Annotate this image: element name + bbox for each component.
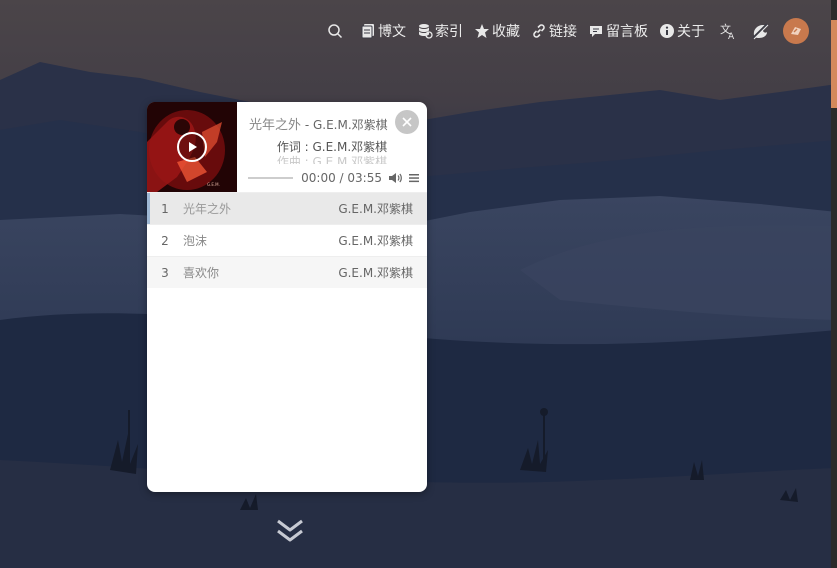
nav-item-index[interactable]: 索引 (417, 21, 463, 41)
scroll-down-button[interactable] (274, 516, 306, 548)
comment-icon (590, 26, 602, 37)
translate-icon: 文 A (720, 22, 735, 40)
top-nav: 博文 索引 收藏 链接 留言板 关于 文 A (316, 17, 809, 45)
song-title: 光年之外 (249, 118, 302, 133)
playlist-item[interactable]: 2 泡沫 G.E.M.邓紫棋 (147, 224, 427, 256)
playlist: 1 光年之外 G.E.M.邓紫棋 2 泡沫 G.E.M.邓紫棋 3 喜欢你 G.… (147, 192, 427, 288)
volume-button[interactable] (388, 172, 402, 184)
nav-item-label: 收藏 (492, 24, 520, 40)
nav-item-favorites[interactable]: 收藏 (474, 21, 520, 41)
nav-item-label: 链接 (549, 24, 577, 40)
player-controls: 00:00 / 03:55 (248, 170, 420, 186)
album-cover: G.E.M. (147, 102, 237, 192)
nav-item-label: 留言板 (606, 24, 648, 40)
close-icon (402, 117, 412, 127)
avatar[interactable] (783, 18, 809, 44)
track-artist: G.E.M.邓紫棋 (338, 266, 413, 280)
now-playing-title: 光年之外 - G.E.M.邓紫棋 (249, 114, 388, 133)
nav-search[interactable] (327, 23, 349, 39)
double-chevron-down-icon (277, 519, 303, 542)
track-artist: G.E.M.邓紫棋 (338, 202, 413, 216)
search-icon (328, 24, 343, 39)
page: 博文 索引 收藏 链接 留言板 关于 文 A G.E.M. 光年之外 - G.E… (0, 0, 837, 568)
track-number: 3 (161, 265, 169, 280)
nav-item-links[interactable]: 链接 (531, 21, 577, 41)
track-number: 1 (161, 201, 169, 216)
nav-item-posts[interactable]: 博文 (360, 21, 406, 41)
volume-icon (389, 173, 402, 183)
track-info: 光年之外 - G.E.M.邓紫棋 作词 : G.E.M.邓紫棋 作曲 : G.E… (237, 102, 427, 192)
translate-button[interactable]: 文 A (719, 22, 737, 40)
link-icon (533, 24, 545, 38)
info-icon (660, 24, 674, 38)
playlist-item[interactable]: 1 光年之外 G.E.M.邓紫棋 (147, 192, 427, 224)
lyric-next: 作曲 : G.E.M.邓紫棋 (276, 155, 388, 164)
theme-toggle-icon (752, 23, 769, 40)
close-player-button[interactable] (395, 110, 419, 134)
theme-toggle-button[interactable] (751, 22, 769, 40)
play-icon (189, 142, 197, 152)
page-scrollbar[interactable] (831, 0, 837, 568)
nav-item-label: 关于 (677, 24, 705, 40)
progress-bar[interactable] (248, 177, 294, 179)
nav-item-guestbook[interactable]: 留言板 (588, 21, 648, 41)
star-icon (475, 24, 489, 38)
track-name: 光年之外 (183, 202, 232, 216)
track-name: 喜欢你 (183, 266, 220, 280)
menu-icon (409, 174, 419, 183)
track-name: 泡沫 (183, 234, 208, 248)
avatar-logo-icon (791, 27, 801, 35)
track-number: 2 (161, 233, 169, 248)
music-player: G.E.M. 光年之外 - G.E.M.邓紫棋 作词 : G.E.M.邓紫棋 作… (147, 102, 427, 492)
database-icon (419, 24, 433, 39)
play-button[interactable] (177, 132, 207, 162)
svg-text:A: A (728, 32, 735, 40)
track-artist: G.E.M.邓紫棋 (338, 234, 413, 248)
svg-text:G.E.M.: G.E.M. (207, 182, 220, 187)
playlist-toggle-button[interactable] (408, 172, 420, 184)
nav-item-about[interactable]: 关于 (659, 21, 705, 41)
nav-item-label: 索引 (435, 24, 463, 40)
playlist-item[interactable]: 3 喜欢你 G.E.M.邓紫棋 (147, 256, 427, 288)
time-display: 00:00 / 03:55 (301, 171, 382, 185)
scrollbar-thumb[interactable] (831, 20, 837, 108)
nav-item-label: 博文 (378, 24, 406, 40)
song-artist: - G.E.M.邓紫棋 (301, 118, 388, 132)
copy-icon (361, 24, 374, 39)
